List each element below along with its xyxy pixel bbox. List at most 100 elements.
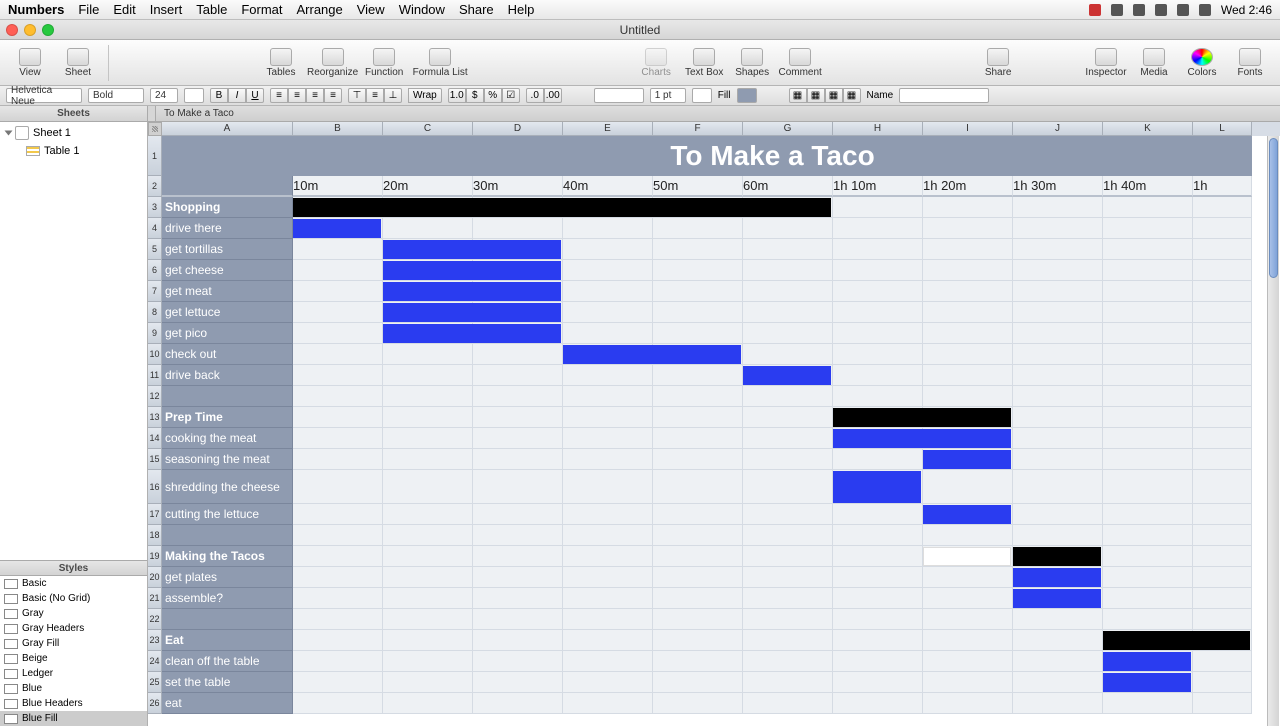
cell[interactable] [653, 365, 743, 386]
font-size-select[interactable]: 24 [150, 88, 178, 103]
row-header[interactable]: 7 [148, 281, 162, 302]
cell[interactable] [383, 609, 473, 630]
align-center[interactable]: ≡ [288, 88, 306, 103]
cell[interactable] [743, 407, 833, 428]
cell[interactable] [293, 693, 383, 714]
cell[interactable] [1103, 470, 1193, 504]
cell[interactable] [1193, 567, 1252, 588]
vertical-scrollbar[interactable] [1267, 136, 1279, 726]
valign-bot[interactable]: ⊥ [384, 88, 402, 103]
cell[interactable] [923, 386, 1013, 407]
splitter[interactable] [148, 106, 156, 121]
cell[interactable] [833, 630, 923, 651]
cell[interactable]: seasoning the meat [162, 449, 293, 470]
cell[interactable] [833, 365, 923, 386]
cell[interactable] [563, 386, 653, 407]
cell[interactable] [923, 323, 1013, 344]
cell[interactable] [1013, 239, 1103, 260]
row-header[interactable]: 3 [148, 197, 162, 218]
select-all-corner[interactable] [148, 122, 162, 136]
gantt-task-bar[interactable] [383, 240, 561, 259]
cell[interactable] [833, 386, 923, 407]
cell[interactable] [833, 567, 923, 588]
cell[interactable] [383, 386, 473, 407]
cell[interactable]: Eat [162, 630, 293, 651]
cell[interactable] [1193, 323, 1252, 344]
menu-file[interactable]: File [78, 2, 99, 17]
cell[interactable] [383, 672, 473, 693]
cell[interactable] [1013, 344, 1103, 365]
cell[interactable] [1193, 525, 1252, 546]
cell[interactable] [923, 630, 1013, 651]
cell[interactable] [1193, 302, 1252, 323]
cell[interactable] [563, 239, 653, 260]
cell[interactable] [473, 693, 563, 714]
cell[interactable] [743, 281, 833, 302]
cell[interactable] [383, 525, 473, 546]
cell[interactable] [923, 672, 1013, 693]
italic-button[interactable]: I [228, 88, 246, 103]
cell[interactable] [1193, 672, 1252, 693]
cell[interactable] [743, 567, 833, 588]
style-item[interactable]: Basic [0, 576, 147, 591]
column-header[interactable]: L [1193, 122, 1252, 136]
tree-sheet[interactable]: Sheet 1 [0, 124, 147, 142]
cell[interactable] [923, 260, 1013, 281]
cell[interactable] [833, 651, 923, 672]
cell[interactable] [923, 588, 1013, 609]
row-header[interactable]: 22 [148, 609, 162, 630]
cell[interactable] [1193, 428, 1252, 449]
font-weight-select[interactable]: Bold [88, 88, 144, 103]
row-header[interactable]: 12 [148, 386, 162, 407]
cell[interactable] [923, 693, 1013, 714]
cell[interactable] [653, 407, 743, 428]
cell[interactable]: set the table [162, 672, 293, 693]
cell[interactable] [1103, 407, 1193, 428]
checkbox-button[interactable]: ☑ [502, 88, 520, 103]
toolbar-view[interactable]: View [8, 43, 52, 83]
cell[interactable] [293, 588, 383, 609]
cell[interactable]: 1h 10m [833, 176, 923, 197]
cell[interactable] [653, 504, 743, 525]
toolbar-media[interactable]: Media [1132, 43, 1176, 83]
cell[interactable] [653, 323, 743, 344]
cell[interactable] [743, 428, 833, 449]
menu-edit[interactable]: Edit [113, 2, 135, 17]
cell[interactable] [923, 567, 1013, 588]
cell[interactable] [653, 567, 743, 588]
gantt-task-bar[interactable] [923, 450, 1011, 469]
cell[interactable] [473, 672, 563, 693]
cell[interactable] [833, 609, 923, 630]
cell[interactable] [1103, 546, 1193, 567]
cell[interactable] [833, 449, 923, 470]
cell[interactable] [743, 693, 833, 714]
cell[interactable] [162, 525, 293, 546]
cell[interactable] [293, 609, 383, 630]
cell[interactable] [473, 525, 563, 546]
cell[interactable] [653, 386, 743, 407]
cell[interactable]: 40m [563, 176, 653, 197]
cell[interactable] [1103, 239, 1193, 260]
cell[interactable]: get meat [162, 281, 293, 302]
inc-decimal[interactable]: .00 [544, 88, 562, 103]
cell[interactable] [293, 302, 383, 323]
cell[interactable] [293, 260, 383, 281]
cell[interactable] [653, 609, 743, 630]
cell[interactable] [293, 651, 383, 672]
decimals-button[interactable]: 1.0 [448, 88, 466, 103]
cell[interactable] [923, 470, 1013, 504]
row-header[interactable]: 11 [148, 365, 162, 386]
cell[interactable]: check out [162, 344, 293, 365]
cell[interactable] [473, 567, 563, 588]
cell[interactable]: 20m [383, 176, 473, 197]
cell[interactable] [1013, 407, 1103, 428]
cell[interactable] [473, 546, 563, 567]
title-cell[interactable]: To Make a Taco [293, 136, 1252, 176]
row-header[interactable]: 2 [148, 176, 162, 197]
cell[interactable] [383, 588, 473, 609]
cell[interactable] [923, 525, 1013, 546]
cell[interactable] [563, 630, 653, 651]
menu-share[interactable]: Share [459, 2, 494, 17]
cell[interactable] [833, 504, 923, 525]
cell[interactable] [473, 365, 563, 386]
